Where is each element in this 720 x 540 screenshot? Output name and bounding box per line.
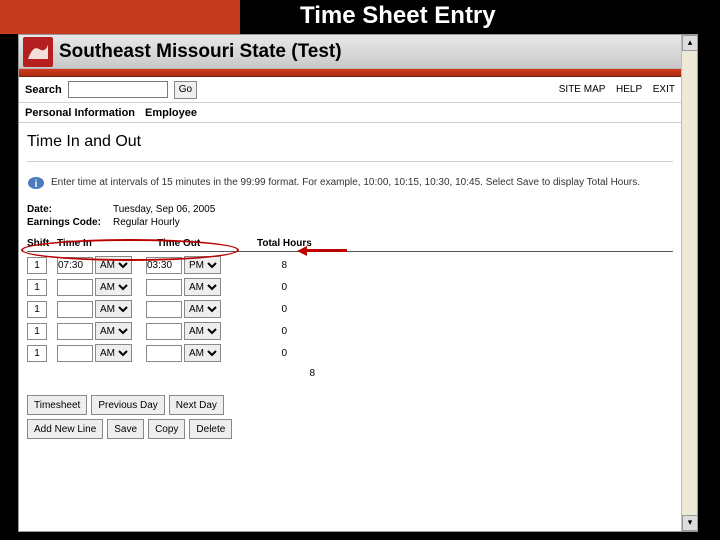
date-label: Date: <box>27 204 113 215</box>
row-total: 8 <box>231 260 291 271</box>
table-row: AMPM AMPM 8 <box>27 256 673 274</box>
time-out-input[interactable] <box>146 323 182 340</box>
time-in-ampm-select[interactable]: AMPM <box>95 322 132 340</box>
row-total: 0 <box>231 282 291 293</box>
app-window: ▴ ▾ Southeast Missouri State (Test) Sear… <box>18 34 698 532</box>
delete-button[interactable]: Delete <box>189 419 232 439</box>
top-links: SITE MAP HELP EXIT <box>551 84 675 95</box>
time-in-ampm-select[interactable]: AMPM <box>95 278 132 296</box>
slide-title: Time Sheet Entry <box>240 0 720 34</box>
site-title: Southeast Missouri State (Test) <box>59 41 342 63</box>
save-button[interactable]: Save <box>107 419 144 439</box>
time-in-input[interactable] <box>57 301 93 318</box>
copy-button[interactable]: Copy <box>148 419 185 439</box>
time-in-input[interactable] <box>57 345 93 362</box>
next-day-button[interactable]: Next Day <box>169 395 224 415</box>
shift-input[interactable] <box>27 323 47 340</box>
shift-input[interactable] <box>27 345 47 362</box>
help-link[interactable]: HELP <box>616 84 642 95</box>
time-in-input[interactable] <box>57 257 93 274</box>
time-out-ampm-select[interactable]: AMPM <box>184 344 221 362</box>
info-row: i Enter time at intervals of 15 minutes … <box>27 176 673 190</box>
time-in-input[interactable] <box>57 323 93 340</box>
earnings-label: Earnings Code: <box>27 217 113 228</box>
time-out-input[interactable] <box>146 301 182 318</box>
time-in-ampm-select[interactable]: AMPM <box>95 256 132 274</box>
button-row-2: Add New Line Save Copy Delete <box>27 419 673 439</box>
shift-input[interactable] <box>27 301 47 318</box>
row-total: 0 <box>231 348 291 359</box>
content-area: Time In and Out i Enter time at interval… <box>19 123 681 449</box>
table-row: AMPM AMPM 0 <box>27 322 673 340</box>
svg-text:i: i <box>35 179 38 190</box>
info-icon: i <box>27 176 45 190</box>
grid-header: Shift Time In Time Out Total Hours <box>27 238 673 252</box>
timesheet-button[interactable]: Timesheet <box>27 395 87 415</box>
time-out-ampm-select[interactable]: AMPM <box>184 256 221 274</box>
time-in-ampm-select[interactable]: AMPM <box>95 300 132 318</box>
time-out-input[interactable] <box>146 279 182 296</box>
nav-tabs: Personal Information Employee <box>19 103 681 123</box>
time-out-ampm-select[interactable]: AMPM <box>184 278 221 296</box>
search-input[interactable] <box>68 81 168 98</box>
site-logo-icon <box>23 37 53 67</box>
table-row: AMPM AMPM 0 <box>27 344 673 362</box>
scrollbar[interactable]: ▴ ▾ <box>681 35 697 531</box>
previous-day-button[interactable]: Previous Day <box>91 395 164 415</box>
table-row: AMPM AMPM 0 <box>27 278 673 296</box>
time-out-input[interactable] <box>146 257 182 274</box>
shift-input[interactable] <box>27 279 47 296</box>
page-title: Time In and Out <box>27 133 673 151</box>
col-time-out: Time Out <box>157 238 257 249</box>
row-total: 0 <box>231 326 291 337</box>
scroll-down-button[interactable]: ▾ <box>682 515 698 531</box>
tab-employee[interactable]: Employee <box>145 107 197 119</box>
search-label: Search <box>25 84 62 96</box>
col-shift: Shift <box>27 238 57 249</box>
button-row-1: Timesheet Previous Day Next Day <box>27 395 673 415</box>
grand-total-row: 8 <box>27 368 673 379</box>
tab-personal-information[interactable]: Personal Information <box>25 107 135 119</box>
meta-table: Date: Tuesday, Sep 06, 2005 Earnings Cod… <box>27 204 673 228</box>
divider <box>27 161 673 162</box>
sitemap-link[interactable]: SITE MAP <box>559 84 606 95</box>
table-row: AMPM AMPM 0 <box>27 300 673 318</box>
red-bar <box>19 69 681 77</box>
time-out-input[interactable] <box>146 345 182 362</box>
col-time-in: Time In <box>57 238 157 249</box>
search-row: Search Go SITE MAP HELP EXIT <box>19 77 681 103</box>
time-out-ampm-select[interactable]: AMPM <box>184 322 221 340</box>
slide-header: Time Sheet Entry <box>0 0 720 34</box>
time-out-ampm-select[interactable]: AMPM <box>184 300 221 318</box>
info-text: Enter time at intervals of 15 minutes in… <box>51 176 640 189</box>
add-new-line-button[interactable]: Add New Line <box>27 419 103 439</box>
go-button[interactable]: Go <box>174 81 197 99</box>
row-total: 0 <box>231 304 291 315</box>
grid-body: AMPMAMPM8AMPMAMPM0AMPMAMPM0AMPMAMPM0AMPM… <box>27 256 673 362</box>
site-banner: Southeast Missouri State (Test) <box>19 35 681 69</box>
grand-total-value: 8 <box>259 368 319 379</box>
date-value: Tuesday, Sep 06, 2005 <box>113 204 215 215</box>
earnings-value: Regular Hourly <box>113 217 180 228</box>
shift-input[interactable] <box>27 257 47 274</box>
scroll-up-button[interactable]: ▴ <box>682 35 698 51</box>
col-total: Total Hours <box>257 238 327 249</box>
time-in-input[interactable] <box>57 279 93 296</box>
time-in-ampm-select[interactable]: AMPM <box>95 344 132 362</box>
slide-red-block <box>0 0 240 34</box>
exit-link[interactable]: EXIT <box>653 84 675 95</box>
